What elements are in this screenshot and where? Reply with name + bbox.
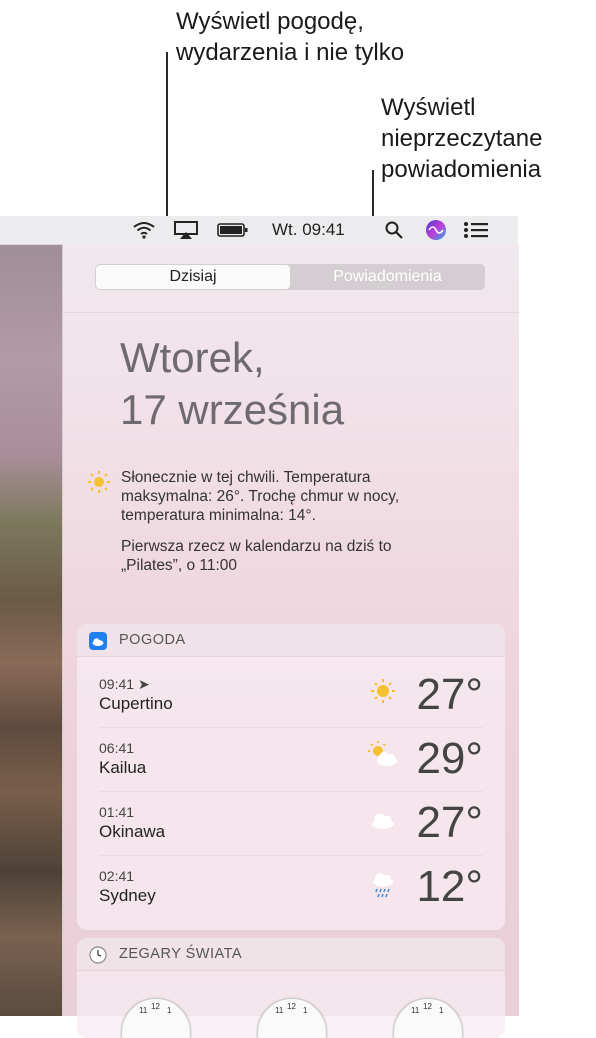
weather-temp: 29° (416, 734, 483, 783)
callout-today-line1: Wyświetl pogodę, (176, 8, 364, 35)
world-clock-widget[interactable]: ZEGARY ŚWIATA 12 11 1 12 11 1 12 11 1 (77, 938, 505, 1038)
weather-city: Sydney (99, 886, 156, 905)
date-day: 17 września (120, 386, 345, 433)
callout-notifications: Wyświetl nieprzeczytane powiadomienia (381, 92, 542, 185)
tab-today[interactable]: Dzisiaj (96, 265, 290, 289)
weather-summary: Słonecznie w tej chwili. Temperatura mak… (121, 469, 400, 524)
location-arrow-icon: ➤ (137, 676, 150, 692)
weather-temp: 12° (416, 862, 483, 911)
partly-cloudy-icon (365, 740, 401, 770)
callout-notif-line3: powiadomienia (381, 156, 542, 183)
weather-row[interactable]: 02:41 Sydney 12° (99, 856, 483, 920)
clock-face: 12 11 1 (393, 998, 463, 1038)
weather-temp: 27° (416, 670, 483, 719)
weather-row[interactable]: 01:41 Okinawa 27° (99, 792, 483, 856)
weather-time: 02:41 (99, 868, 135, 884)
weather-widget[interactable]: POGODA 09:41 ➤ Cupertino 27° 06:41 Kailu… (77, 624, 505, 930)
clock-face: 12 11 1 (257, 998, 327, 1038)
search-icon[interactable] (382, 219, 406, 241)
weather-app-icon (89, 632, 107, 655)
date-weekday: Wtorek, (120, 334, 265, 381)
weather-widget-header: POGODA (77, 624, 505, 657)
airplay-icon[interactable] (172, 219, 200, 241)
weather-widget-title: POGODA (119, 632, 186, 648)
today-summary: Słonecznie w tej chwili. Temperatura mak… (121, 468, 421, 587)
weather-temp: 27° (416, 798, 483, 847)
clock-face: 12 11 1 (121, 998, 191, 1038)
weather-time: 09:41 ➤ (99, 676, 150, 692)
clock-app-icon (89, 946, 107, 969)
weather-row[interactable]: 06:41 Kailua 29° (99, 728, 483, 792)
weather-city: Cupertino (99, 694, 173, 713)
notification-center-icon[interactable] (462, 219, 490, 241)
callout-notif-line1: Wyświetl (381, 94, 476, 121)
callout-today-line2: wydarzenia i nie tylko (176, 39, 405, 66)
weather-time: 06:41 (99, 740, 135, 756)
notification-center-panel: Dzisiaj Powiadomienia Wtorek, 17 wrześni… (62, 244, 519, 1038)
battery-icon[interactable] (216, 219, 250, 241)
view-segmented-control: Dzisiaj Powiadomienia (95, 264, 485, 290)
menu-clock[interactable]: Wt. 09:41 (272, 220, 345, 240)
siri-icon[interactable] (424, 219, 448, 241)
desktop-wallpaper (0, 216, 62, 1016)
world-clock-title: ZEGARY ŚWIATA (119, 946, 243, 962)
calendar-summary: Pierwsza rzecz w kalendarzu na dziś to „… (121, 538, 392, 574)
sun-icon (365, 676, 401, 706)
weather-city: Okinawa (99, 822, 166, 841)
menu-bar: Wt. 09:41 (0, 216, 518, 245)
weather-row[interactable]: 09:41 ➤ Cupertino 27° (99, 664, 483, 728)
rain-icon (365, 868, 401, 898)
divider (63, 312, 519, 313)
weather-time: 01:41 (99, 804, 135, 820)
callout-notif-line2: nieprzeczytane (381, 125, 543, 152)
callout-today: Wyświetl pogodę, wydarzenia i nie tylko (176, 6, 404, 68)
wifi-icon[interactable] (130, 219, 158, 241)
tab-notifications[interactable]: Powiadomienia (291, 265, 484, 289)
cloud-icon (365, 804, 401, 834)
world-clock-header: ZEGARY ŚWIATA (77, 938, 505, 971)
sun-icon (87, 470, 111, 499)
weather-city: Kailua (99, 758, 147, 777)
